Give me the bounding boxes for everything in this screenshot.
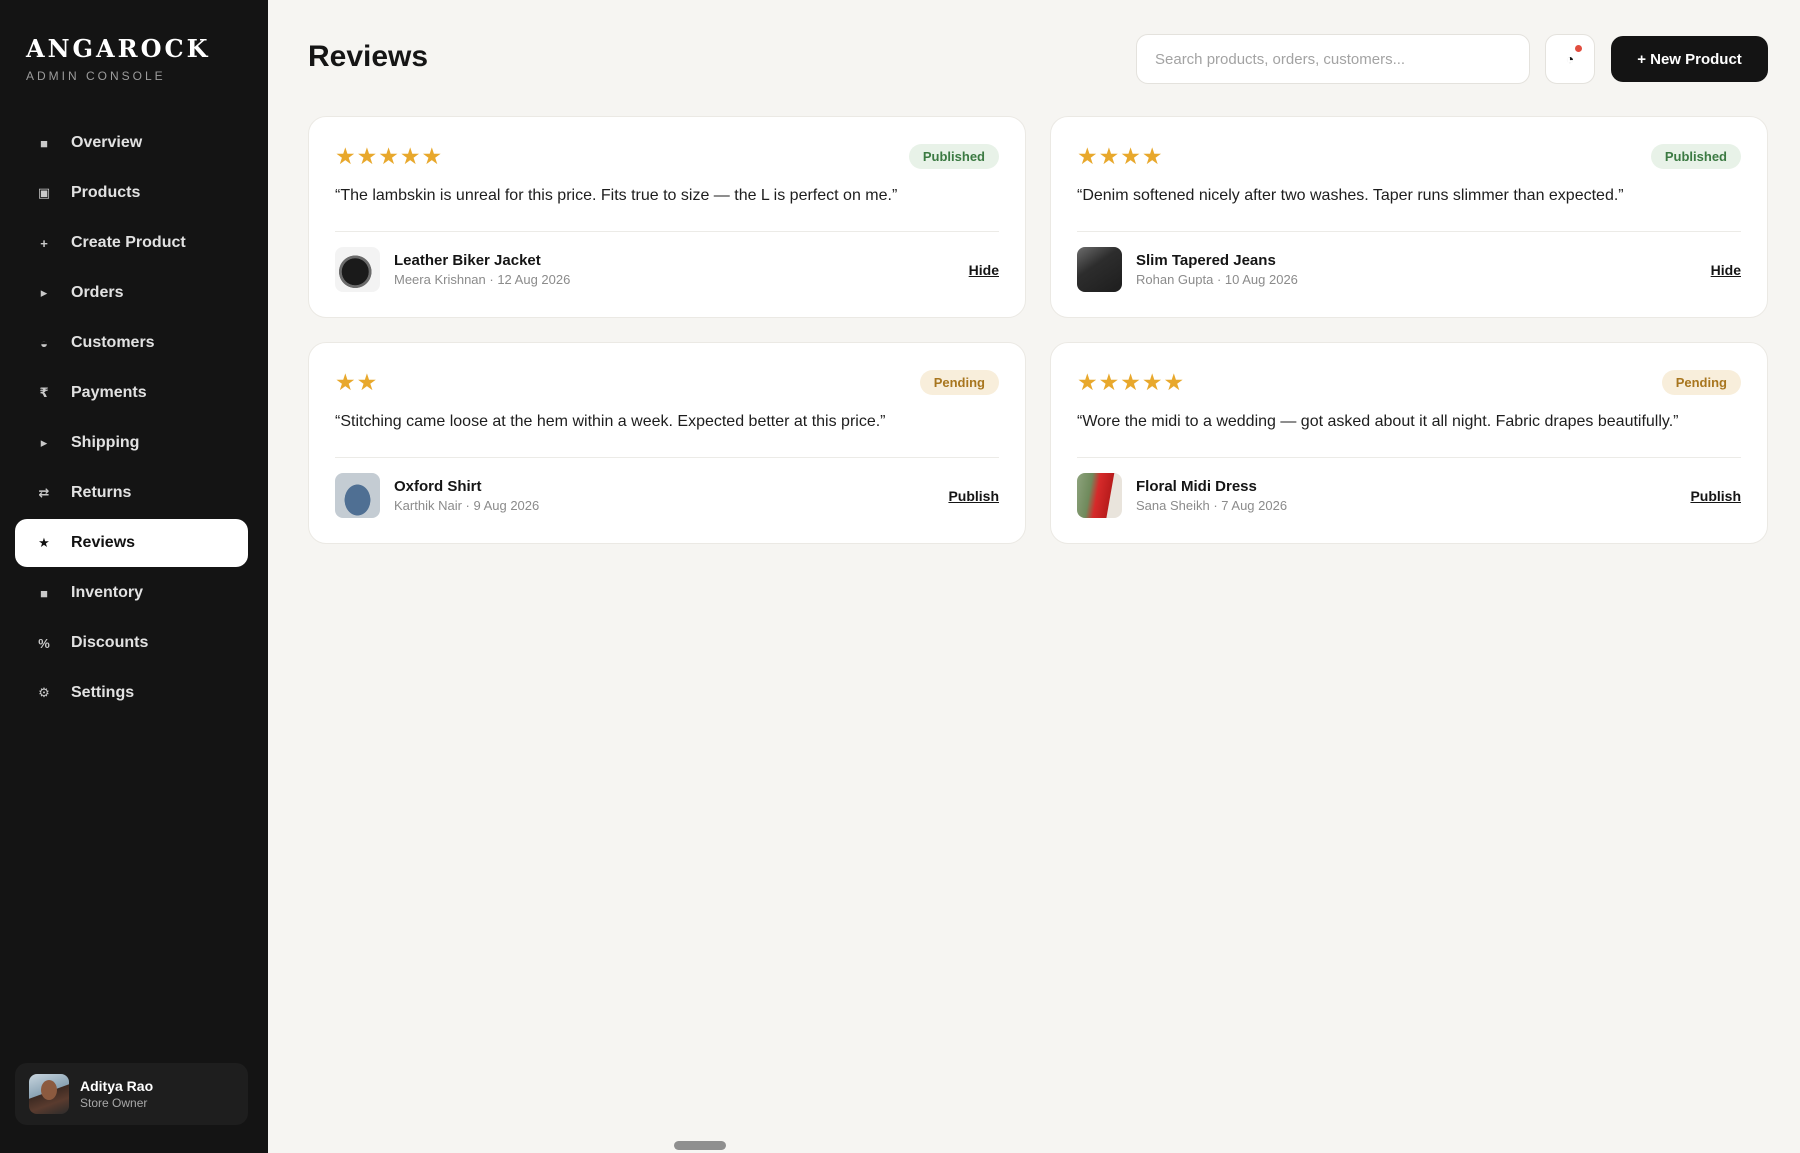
product-name: Leather Biker Jacket xyxy=(394,252,541,269)
percent-icon: % xyxy=(38,635,50,651)
square-icon: ■ xyxy=(40,135,48,151)
review-meta: Rohan Gupta · 10 Aug 2026 xyxy=(1136,272,1298,287)
sidebar-item-label: Returns xyxy=(71,484,132,501)
review-card: ★★★★★ Published “The lambskin is unreal … xyxy=(308,116,1026,318)
star-rating: ★★★★★ xyxy=(1077,368,1186,395)
box-icon: ▣ xyxy=(37,185,51,200)
brand-subtitle: ADMIN CONSOLE xyxy=(26,69,166,83)
status-badge: Pending xyxy=(919,369,999,395)
sidebar-item-settings[interactable]: ⚙ Settings xyxy=(15,669,248,717)
star-rating: ★★ xyxy=(335,368,379,395)
review-quote: “Stitching came loose at the hem within … xyxy=(335,413,886,430)
product-name: Oxford Shirt xyxy=(394,478,482,495)
review-meta: Meera Krishnan · 12 Aug 2026 xyxy=(394,272,571,287)
hide-review-button[interactable]: Hide xyxy=(1711,262,1741,278)
review-card: ★★★★ Published “Denim softened nicely af… xyxy=(1050,116,1768,318)
sidebar-nav: ■ Overview ▣ Products + Create Product ▸… xyxy=(15,119,248,719)
review-card: ★★ Pending “Stitching came loose at the … xyxy=(308,342,1026,544)
sidebar-item-label: Create Product xyxy=(71,234,186,251)
sidebar-item-shipping[interactable]: ▸ Shipping xyxy=(15,419,248,467)
sidebar-item-orders[interactable]: ▸ Orders xyxy=(15,269,248,317)
product-thumbnail xyxy=(335,473,380,518)
sidebar-item-inventory[interactable]: ■ Inventory xyxy=(15,569,248,617)
sidebar-item-products[interactable]: ▣ Products xyxy=(15,169,248,217)
notification-icon: ◔ xyxy=(1565,51,1575,67)
user-profile-card[interactable]: Aditya Rao Store Owner xyxy=(15,1063,248,1125)
review-meta: Sana Sheikh · 7 Aug 2026 xyxy=(1136,498,1288,513)
sidebar-item-payments[interactable]: ₹ Payments xyxy=(15,369,248,417)
review-quote: “The lambskin is unreal for this price. … xyxy=(335,187,898,204)
publish-review-button[interactable]: Publish xyxy=(948,488,999,504)
status-badge: Published xyxy=(908,143,999,169)
brand-logo[interactable]: ANGAROCK ADMIN CONSOLE xyxy=(26,34,211,83)
square-icon: ■ xyxy=(40,585,48,601)
sidebar-item-label: Settings xyxy=(71,684,135,701)
notification-dot xyxy=(1575,45,1582,52)
sidebar-item-label: Payments xyxy=(71,384,147,401)
user-role: Store Owner xyxy=(80,1096,148,1110)
plus-icon: + xyxy=(40,235,48,251)
scroll-handle[interactable] xyxy=(674,1141,726,1150)
search-input[interactable] xyxy=(1136,34,1530,84)
sidebar-item-returns[interactable]: ⇄ Returns xyxy=(15,469,248,517)
rupee-icon: ₹ xyxy=(39,385,49,400)
review-meta: Karthik Nair · 9 Aug 2026 xyxy=(394,498,540,513)
sidebar-item-customers[interactable]: ◒ Customers xyxy=(15,319,248,367)
hide-review-button[interactable]: Hide xyxy=(969,262,999,278)
sidebar-item-label: Shipping xyxy=(71,434,140,451)
review-quote: “Denim softened nicely after two washes.… xyxy=(1077,187,1624,204)
reviews-grid: ★★★★★ Published “The lambskin is unreal … xyxy=(308,116,1768,544)
sidebar-item-label: Orders xyxy=(71,284,124,301)
sidebar-item-label: Discounts xyxy=(71,634,149,651)
user-name: Aditya Rao xyxy=(80,1078,154,1094)
product-name: Slim Tapered Jeans xyxy=(1136,252,1276,269)
sidebar: ANGAROCK ADMIN CONSOLE ■ Overview ▣ Prod… xyxy=(0,0,268,1153)
new-product-button[interactable]: + New Product xyxy=(1611,36,1768,82)
page-title: Reviews xyxy=(308,40,429,73)
product-thumbnail xyxy=(1077,473,1122,518)
sidebar-item-reviews[interactable]: ★ Reviews xyxy=(15,519,248,567)
divider xyxy=(335,457,999,458)
sidebar-item-label: Products xyxy=(71,184,141,201)
sidebar-item-create-product[interactable]: + Create Product xyxy=(15,219,248,267)
swap-arrows-icon: ⇄ xyxy=(38,485,50,500)
sidebar-item-label: Reviews xyxy=(71,534,136,551)
avatar xyxy=(29,1074,69,1114)
status-badge: Published xyxy=(1650,143,1741,169)
sidebar-item-label: Inventory xyxy=(71,584,144,601)
brand-name: ANGAROCK xyxy=(26,34,211,63)
half-circle-icon: ◒ xyxy=(40,335,48,351)
divider xyxy=(1077,457,1741,458)
sidebar-item-label: Overview xyxy=(71,134,143,151)
notification-button[interactable]: ◔ xyxy=(1545,34,1595,84)
product-name: Floral Midi Dress xyxy=(1136,478,1257,495)
sidebar-item-overview[interactable]: ■ Overview xyxy=(15,119,248,167)
gear-icon: ⚙ xyxy=(38,685,50,700)
star-icon: ★ xyxy=(38,535,50,550)
star-rating: ★★★★★ xyxy=(335,142,444,169)
sidebar-item-label: Customers xyxy=(71,334,155,351)
star-rating: ★★★★ xyxy=(1077,142,1164,169)
status-badge: Pending xyxy=(1661,369,1741,395)
product-thumbnail xyxy=(1077,247,1122,292)
triangle-right-icon: ▸ xyxy=(40,285,48,300)
sidebar-item-discounts[interactable]: % Discounts xyxy=(15,619,248,667)
publish-review-button[interactable]: Publish xyxy=(1690,488,1741,504)
product-thumbnail xyxy=(335,247,380,292)
review-quote: “Wore the midi to a wedding — got asked … xyxy=(1077,413,1679,430)
divider xyxy=(1077,231,1741,232)
triangle-right-icon: ▸ xyxy=(40,435,48,450)
review-card: ★★★★★ Pending “Wore the midi to a weddin… xyxy=(1050,342,1768,544)
divider xyxy=(335,231,999,232)
